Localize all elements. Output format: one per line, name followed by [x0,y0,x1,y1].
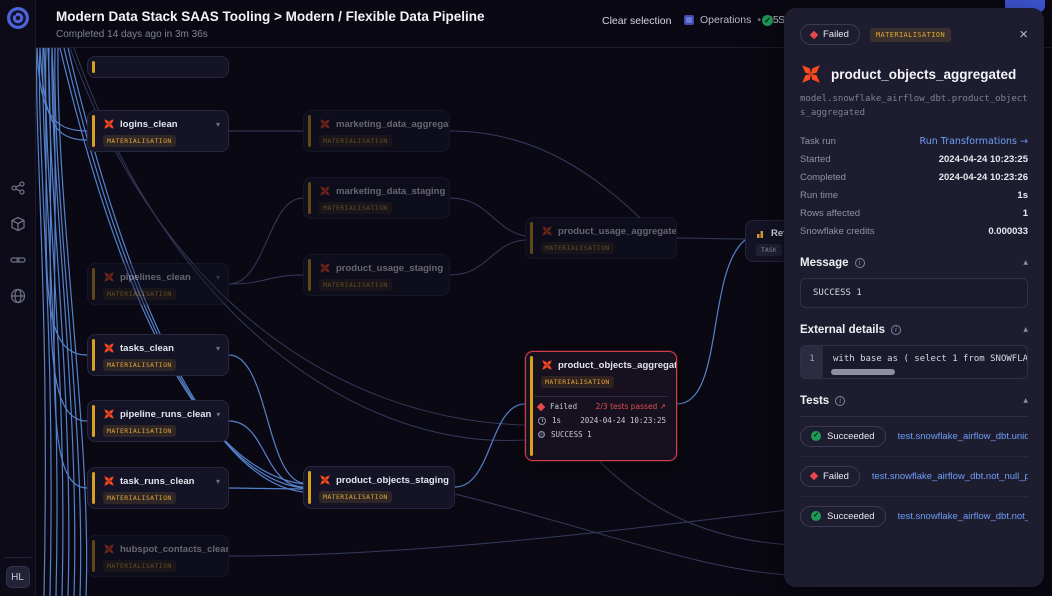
dbt-icon [319,185,331,197]
dbt-icon [541,225,553,237]
dbt-icon [103,543,115,555]
cube-icon[interactable] [10,216,26,232]
collapse-icon[interactable]: ▲ [1023,259,1028,266]
info-icon: i [835,396,845,406]
node-product-objects-staging[interactable]: product_objects_staging ▾ MATERIALISATIO… [303,466,455,509]
message-section-title: Message [800,257,849,269]
chevron-down-icon[interactable]: ▾ [216,344,220,353]
clear-selection-button[interactable]: Clear selection [602,15,671,27]
sql-code[interactable]: with base as ( select 1 from SNOWFLAKE [823,346,1027,378]
chevron-down-icon[interactable]: ▾ [216,120,220,129]
materialisation-badge: MATERIALISATION [103,135,176,147]
node-status-stripe [92,61,95,73]
failed-diamond-icon [810,472,818,480]
collapse-icon[interactable]: ▲ [1023,397,1028,404]
task-chip: TASK [756,244,782,256]
tests-summary-link[interactable]: 2/3 tests passed ↗ [596,402,666,411]
page-title: Modern Data Stack SAAS Tooling > Modern … [56,9,484,24]
test-link[interactable]: test.snowflake_airflow_dbt.not_null_pr [872,471,1028,482]
node-pipeline-runs-clean[interactable]: pipeline_runs_clean ▾ MATERIALISATION [87,400,229,442]
node-marketing-data-staging[interactable]: marketing_data_staging ▾ MATERIALISATION [303,177,450,219]
external-details-box: 1 with base as ( select 1 from SNOWFLAKE [800,345,1028,379]
dbt-icon [319,262,331,274]
dbt-icon [319,474,331,486]
task-run-link[interactable]: Run Transformations → [920,136,1028,147]
user-avatar[interactable]: HL [6,566,30,588]
dbt-icon [800,63,822,85]
tests-section-title: Tests [800,395,829,407]
node-tasks-clean[interactable]: tasks_clean ▾ MATERIALISATION [87,334,229,376]
succeeded-check-icon: ✓ [811,511,821,521]
node-marketing-data-aggregated[interactable]: marketing_data_aggregated ▾ MATERIALISAT… [303,110,450,152]
status-dot-icon [538,431,545,438]
test-row: Failed test.snowflake_airflow_dbt.not_nu… [800,457,1028,497]
node-label: logins_clean [120,119,178,130]
sidebar-divider [5,557,31,558]
app-logo-icon[interactable] [6,6,30,30]
model-path: model.snowflake_airflow_dbt.product_obje… [800,93,1028,121]
detail-rows: Task runRun Transformations → Started202… [800,133,1028,241]
node-pipelines-clean[interactable]: pipelines_clean ▾ MATERIALISATION [87,263,229,305]
info-icon: i [891,325,901,335]
chevron-down-icon[interactable]: ▾ [454,476,455,485]
status-pill-failed: Failed [800,24,860,45]
lineage-graph-icon[interactable] [10,180,26,196]
failed-diamond-icon [537,402,545,410]
succeeded-check-icon: ✓ [811,431,821,441]
globe-icon[interactable] [10,288,26,304]
message-box: SUCCESS 1 [800,278,1028,308]
close-icon[interactable]: × [1019,27,1028,42]
horizontal-scrollbar[interactable] [831,369,895,375]
dbt-icon [103,118,115,130]
node-task-runs-clean[interactable]: task_runs_clean ▾ MATERIALISATION [87,467,229,509]
info-icon: i [855,258,865,268]
left-sidebar: HL [0,0,36,596]
chevron-down-icon[interactable]: ▾ [216,477,220,486]
dbt-icon [319,118,331,130]
dbt-icon [103,408,115,420]
succeeded-check-icon: ✓ [762,15,773,26]
test-link[interactable]: test.snowflake_airflow_dbt.unique_pro [898,431,1028,442]
node-detail-panel: Failed MATERIALISATION × product_objects… [784,8,1044,587]
node-logins-clean[interactable]: logins_clean ▾ MATERIALISATION [87,110,229,152]
test-row: ✓Succeeded test.snowflake_airflow_dbt.no… [800,497,1028,536]
test-status-pill: Failed [800,466,860,487]
dbt-icon [103,342,115,354]
test-status-pill: ✓Succeeded [800,506,886,527]
external-details-section-title: External details [800,324,885,336]
chevron-down-icon[interactable]: ▾ [216,410,220,419]
node-hubspot-contacts-clean[interactable]: hubspot_contacts_clean ▾ MATERIALISATION [87,535,229,577]
test-status-pill: ✓Succeeded [800,426,886,447]
chevron-down-icon[interactable]: ▾ [448,264,450,273]
dbt-icon [103,271,115,283]
failed-diamond-icon [810,30,818,38]
dbt-icon [541,359,553,371]
node-product-usage-staging[interactable]: product_usage_staging ▾ MATERIALISATION [303,254,450,296]
clock-icon [538,417,546,425]
task-icon [756,229,766,239]
line-number: 1 [801,346,823,378]
type-badge: MATERIALISATION [870,28,951,42]
link-icon[interactable] [10,252,26,268]
node-partial-top[interactable] [87,56,229,78]
chevron-down-icon[interactable]: ▾ [216,273,220,282]
operations-icon [684,15,694,25]
node-product-usage-aggregated[interactable]: product_usage_aggregated ▾ MATERIALISATI… [525,217,677,259]
collapse-icon[interactable]: ▲ [1023,326,1028,333]
test-row: ✓Succeeded test.snowflake_airflow_dbt.un… [800,417,1028,457]
test-link[interactable]: test.snowflake_airflow_dbt.not_null_pr [898,511,1028,522]
panel-title: product_objects_aggregated [831,67,1016,82]
dbt-icon [103,475,115,487]
node-product-objects-aggregated-selected[interactable]: product_objects_aggregated ▴ MATERIALISA… [525,351,677,461]
tests-list: ✓Succeeded test.snowflake_airflow_dbt.un… [800,417,1028,536]
run-status-subtitle: Completed 14 days ago in 3m 36s [56,29,208,40]
